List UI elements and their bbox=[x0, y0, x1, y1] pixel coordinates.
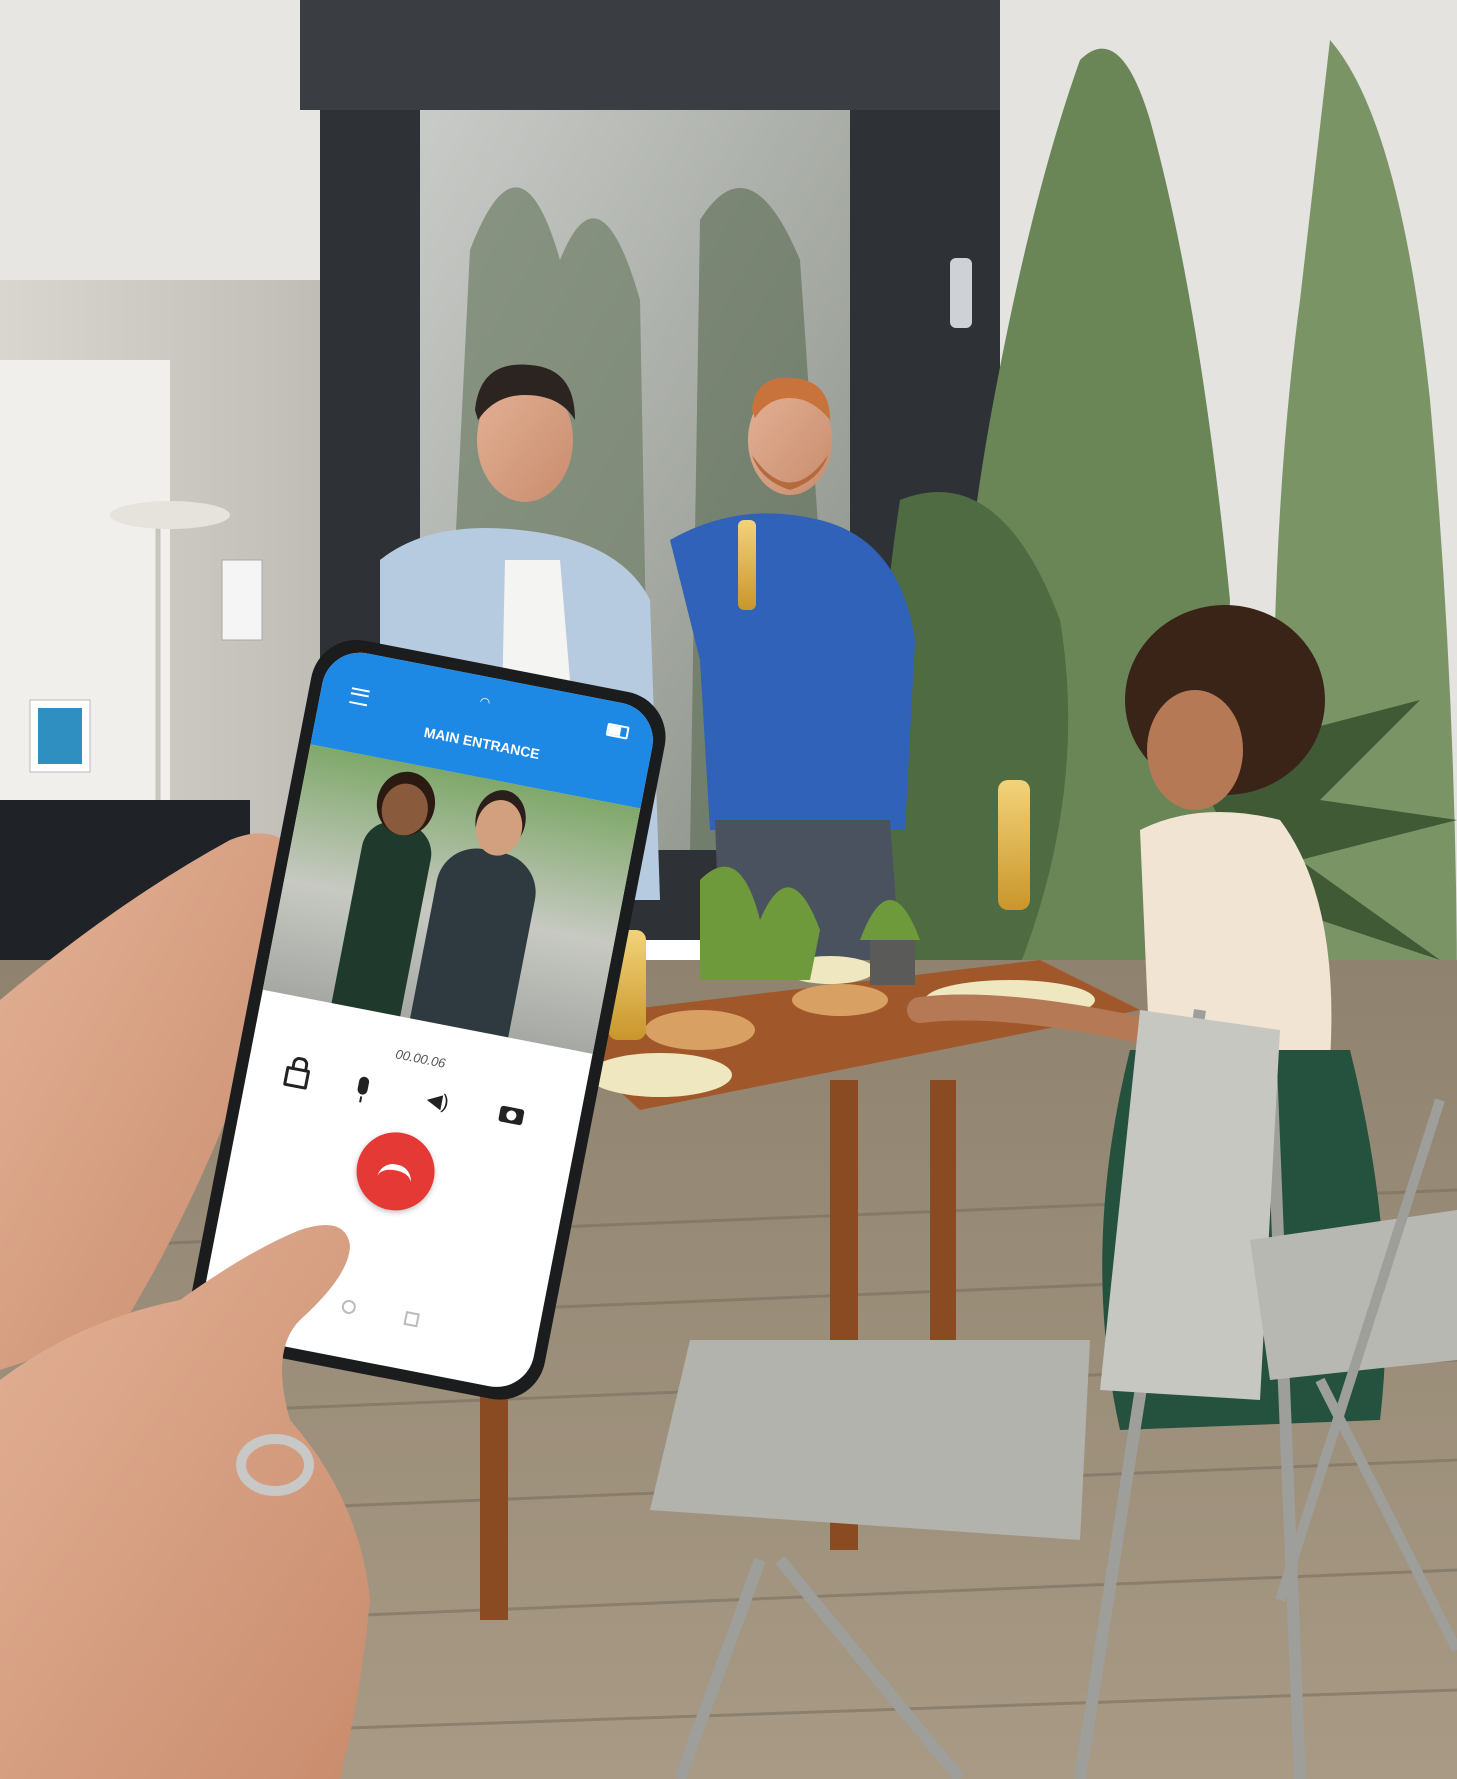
pointing-hand bbox=[0, 1225, 370, 1779]
